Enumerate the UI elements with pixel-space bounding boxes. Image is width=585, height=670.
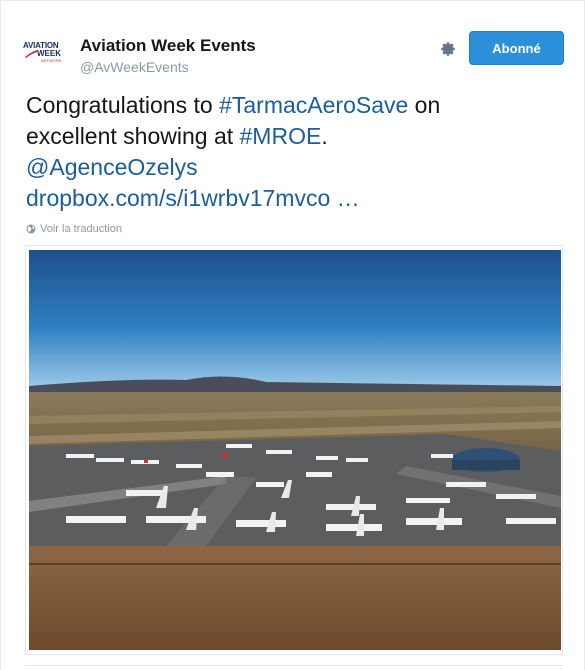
tweet-card: AVIATION WEEK NETWORK Aviation Week Even… — [0, 0, 585, 670]
hashtag-link-mroe[interactable]: #MROE — [240, 123, 322, 149]
url-text: dropbox.com/s/i1wrbv17mvco — [26, 185, 331, 211]
tweet-line-4: dropbox.com/s/i1wrbv17mvco … — [26, 183, 566, 214]
logo-swoosh-icon — [25, 50, 37, 58]
globe-icon — [26, 224, 36, 234]
divider — [25, 665, 563, 666]
mention-link[interactable]: @AgenceOzelys — [26, 154, 198, 180]
tweet-photo[interactable] — [25, 245, 563, 655]
url-ellipsis: … — [330, 185, 360, 211]
tweet-line-1: Congratulations to #TarmacAeroSave on — [26, 90, 566, 121]
logo-text-network: NETWORK — [41, 58, 62, 63]
translate-label: Voir la traduction — [40, 223, 122, 235]
url-link[interactable]: dropbox.com/s/i1wrbv17mvco … — [26, 185, 360, 211]
tweet-text-segment: excellent showing at — [26, 123, 240, 149]
tweet-text: Congratulations to #TarmacAeroSave on ex… — [26, 90, 566, 214]
tweet-text-segment: Congratulations to — [26, 92, 220, 118]
gear-icon[interactable] — [437, 38, 459, 60]
translate-link[interactable]: Voir la traduction — [26, 223, 122, 235]
account-handle[interactable]: @AvWeekEvents — [80, 59, 189, 75]
account-avatar-logo[interactable]: AVIATION WEEK NETWORK — [23, 41, 71, 69]
account-name[interactable]: Aviation Week Events — [80, 36, 256, 56]
tweet-line-3: @AgenceOzelys — [26, 152, 566, 183]
tweet-text-segment: on — [408, 92, 441, 118]
airfield-photo — [28, 248, 562, 654]
logo-text-week: WEEK — [37, 49, 61, 58]
tweet-text-segment: . — [321, 123, 328, 149]
follow-button[interactable]: Abonné — [469, 31, 564, 65]
tweet-line-2: excellent showing at #MROE. — [26, 121, 566, 152]
hashtag-link-tarmacaerosave[interactable]: #TarmacAeroSave — [219, 92, 408, 118]
